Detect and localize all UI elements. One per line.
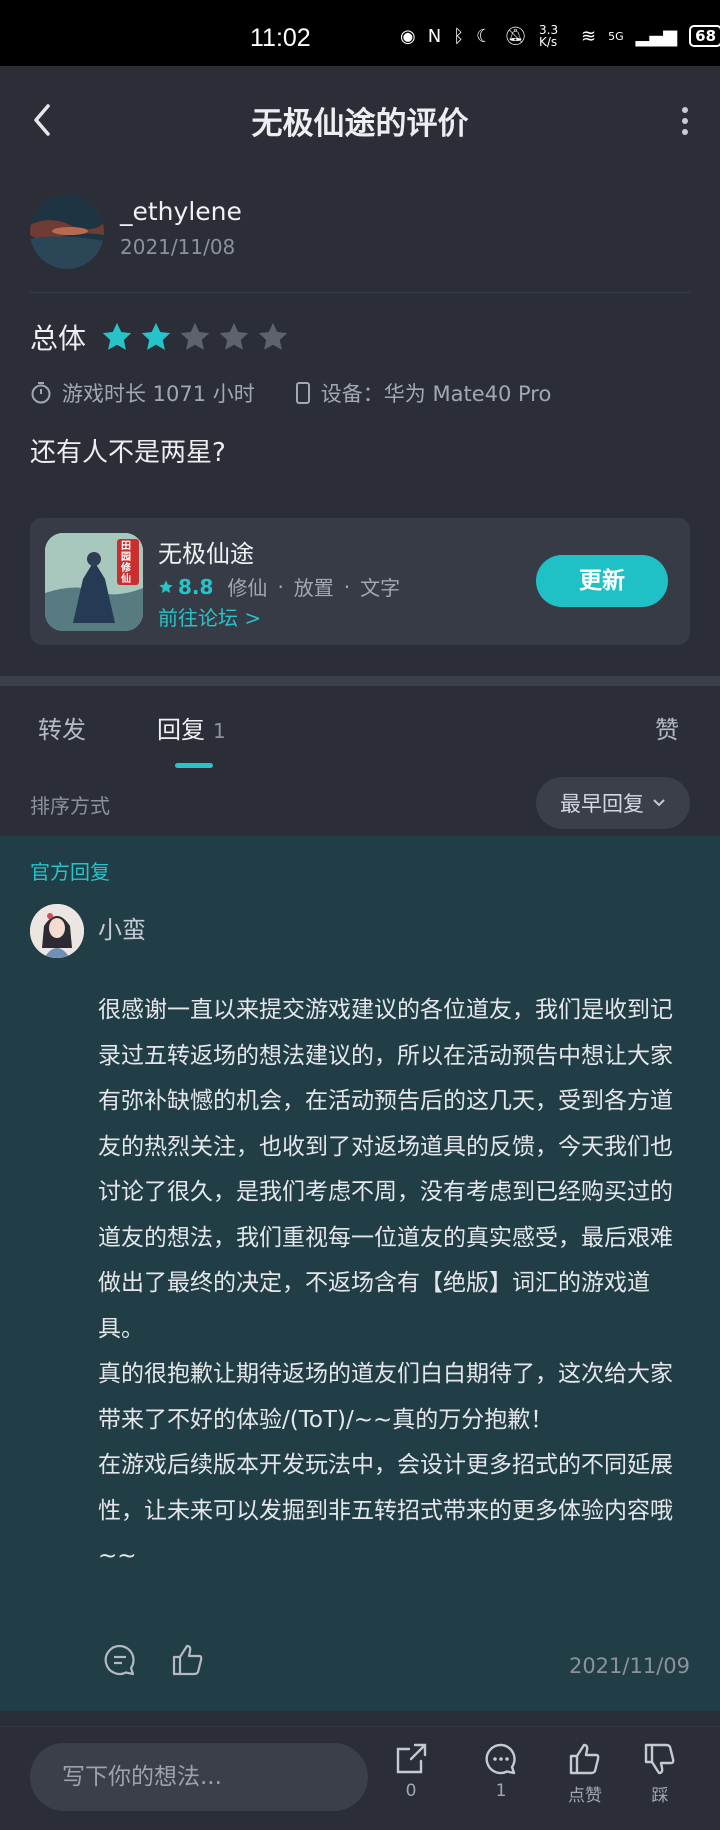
- nfc-icon: N: [427, 25, 442, 47]
- moon-icon: ☾: [476, 25, 493, 47]
- tab-count: 1: [213, 719, 226, 743]
- comment-button[interactable]: 1: [466, 1741, 536, 1801]
- avatar[interactable]: [30, 195, 104, 269]
- thumbs-up-icon: [569, 1743, 600, 1775]
- official-reply-tag: 官方回复: [30, 860, 110, 884]
- device-text: 设备：华为 Mate40 Pro: [320, 382, 552, 406]
- star-rating: [100, 320, 295, 354]
- comment-icon[interactable]: [102, 1642, 138, 1678]
- chevron-down-icon: [653, 799, 665, 807]
- divider: [30, 292, 690, 293]
- like-label: 点赞: [568, 1786, 602, 1806]
- page-title: 无极仙途的评价: [251, 106, 469, 142]
- tab-likes[interactable]: 赞: [655, 710, 679, 745]
- rating-label: 总体: [30, 322, 87, 355]
- tab-indicator: [175, 763, 213, 768]
- game-score: 8.8: [178, 574, 214, 599]
- mute-icon: 🔕︎: [504, 25, 527, 47]
- game-icon-text: 田园修仙: [121, 541, 131, 585]
- game-tag: 文字: [360, 576, 401, 600]
- tab-bar: 转发 回复 1 赞: [0, 690, 720, 770]
- star-filled-icon: [141, 322, 171, 350]
- bottom-bar: 写下你的想法... 0 1 点赞 踩: [0, 1726, 720, 1830]
- net-speed: 3.3 K/s: [539, 23, 559, 49]
- like-button[interactable]: 点赞: [550, 1741, 620, 1806]
- meta-row: 游戏时长 1071 小时 设备：华为 Mate40 Pro: [30, 378, 591, 408]
- tab-repost[interactable]: 转发: [38, 710, 86, 745]
- share-icon: [396, 1743, 427, 1774]
- signal-label: 5G: [608, 29, 624, 43]
- rating-row: 总体: [30, 314, 295, 360]
- more-icon[interactable]: [680, 106, 690, 136]
- game-tag: 放置: [293, 576, 334, 600]
- game-tag: 修仙: [227, 576, 268, 600]
- official-reply: 官方回复 小蛮 很感谢一直以来提交游戏建议的各位道友，我们是收到记录过五转返场的…: [0, 836, 720, 1711]
- phone-icon: [295, 382, 310, 404]
- star-filled-icon: [102, 322, 132, 350]
- signal-icon: ▂▄▆: [635, 25, 678, 47]
- tag-separator: ·: [343, 574, 351, 599]
- review-date: 2021/11/08: [120, 235, 236, 259]
- star-empty-icon: [219, 322, 249, 350]
- tab-label: 赞: [655, 716, 679, 744]
- update-button[interactable]: 更新: [536, 555, 668, 607]
- thumbs-down-icon: [644, 1743, 675, 1775]
- battery-icon: 68: [689, 25, 720, 47]
- star-empty-icon: [258, 322, 288, 350]
- star-empty-icon: [180, 322, 210, 350]
- share-button[interactable]: 0: [376, 1741, 446, 1801]
- reply-date: 2021/11/09: [568, 1654, 690, 1678]
- tab-replies[interactable]: 回复 1: [157, 710, 226, 745]
- dislike-button[interactable]: 踩: [625, 1741, 695, 1806]
- share-count: 0: [405, 1781, 417, 1801]
- reply-author[interactable]: 小蛮: [98, 910, 146, 945]
- game-meta: 8.8 修仙 · 放置 · 文字: [158, 572, 400, 601]
- playtime: 游戏时长 1071 小时: [30, 378, 255, 408]
- status-bar: 11:02 ◉ N ᛒ ☾ 🔕︎ 3.3 K/s ≋ 5G ▂▄▆ 68: [0, 0, 720, 66]
- comment-count: 1: [495, 1781, 507, 1801]
- reviewer-row: _ethylene 2021/11/08: [30, 195, 690, 275]
- device: 设备：华为 Mate40 Pro: [295, 378, 552, 408]
- comment-input[interactable]: 写下你的想法...: [30, 1743, 368, 1811]
- section-divider: [0, 676, 720, 686]
- star-icon: [159, 579, 173, 593]
- tab-label: 回复: [157, 716, 205, 744]
- dislike-label: 踩: [651, 1786, 669, 1806]
- header: 无极仙途的评价: [0, 66, 720, 176]
- status-icons: ◉ N ᛒ ☾ 🔕︎ 3.3 K/s ≋ 5G ▂▄▆ 68: [400, 24, 720, 48]
- game-name[interactable]: 无极仙途: [158, 534, 254, 569]
- forum-link[interactable]: 前往论坛 >: [158, 602, 261, 631]
- sort-label: 排序方式: [30, 794, 110, 818]
- sort-value: 最早回复: [560, 792, 644, 816]
- thumbs-up-icon[interactable]: [170, 1642, 206, 1678]
- status-time: 11:02: [250, 24, 311, 52]
- game-icon[interactable]: 田园修仙: [45, 533, 143, 631]
- reply-actions: [102, 1642, 206, 1678]
- bluetooth-icon: ᛒ: [453, 25, 464, 47]
- reply-avatar[interactable]: [30, 904, 84, 958]
- comment-icon: [485, 1743, 516, 1775]
- playtime-text: 游戏时长 1071 小时: [62, 382, 255, 406]
- reply-body: 很感谢一直以来提交游戏建议的各位道友，我们是收到记录过五转返场的想法建议的，所以…: [98, 997, 673, 1569]
- tab-label: 转发: [38, 716, 86, 744]
- sort-dropdown[interactable]: 最早回复: [536, 777, 690, 829]
- tag-separator: ·: [277, 574, 284, 599]
- wifi-icon: ≋: [581, 25, 597, 47]
- review-text: 还有人不是两星?: [30, 438, 226, 468]
- game-card[interactable]: 田园修仙 无极仙途 8.8 修仙 · 放置 · 文字 前往论坛 > 更新: [30, 518, 690, 645]
- eye-icon: ◉: [400, 25, 416, 47]
- username[interactable]: _ethylene: [120, 197, 242, 226]
- timer-icon: [31, 382, 51, 404]
